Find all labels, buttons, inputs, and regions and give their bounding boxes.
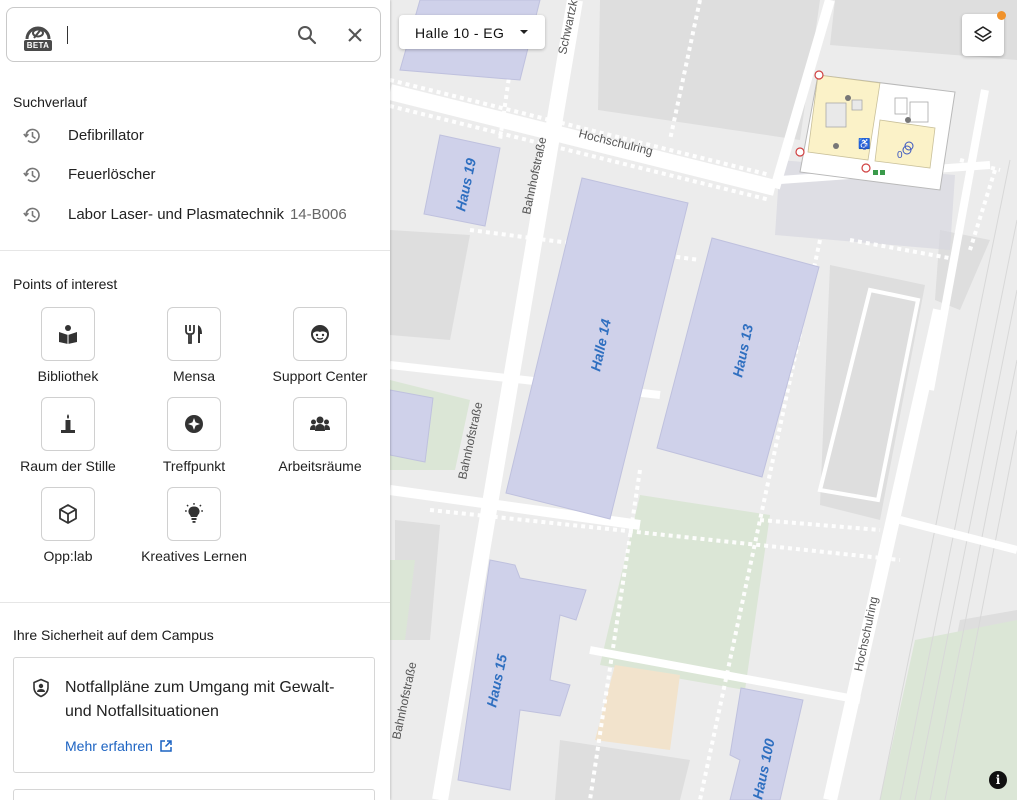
poi-label: Kreatives Lernen — [141, 548, 247, 564]
search-input[interactable] — [71, 21, 285, 51]
history-item[interactable]: Labor Laser- und Plasmatechnik 14-B006 — [0, 197, 390, 233]
poi-label: Arbeitsräume — [278, 458, 362, 474]
poi-treffpunkt[interactable]: Treffpunkt — [129, 397, 259, 481]
poi-tile — [167, 487, 221, 541]
layers-button[interactable] — [962, 14, 1004, 56]
search-bar: BETA — [6, 7, 381, 62]
history-item-label: Feuerlöscher — [68, 166, 156, 183]
beta-badge: BETA — [24, 40, 52, 51]
poi-tile — [41, 397, 95, 451]
poi-tile — [293, 397, 347, 451]
card-text: Notfallpläne zum Umgang mit Gewalt- und … — [65, 679, 335, 720]
caret-down-icon — [520, 30, 528, 34]
more-info-link[interactable]: Mehr erfahren — [65, 738, 173, 754]
support-face-icon — [311, 325, 329, 343]
poi-tile — [167, 307, 221, 361]
history-icon — [23, 167, 40, 183]
notification-dot — [997, 11, 1006, 20]
indoor-floorplan[interactable]: ♿ 0 0 — [795, 70, 956, 191]
logo-icon — [25, 26, 51, 40]
poi-tile — [41, 307, 95, 361]
svg-text:0: 0 — [862, 142, 867, 152]
poi-support-center[interactable]: Support Center — [255, 307, 385, 391]
poi-label: Treffpunkt — [162, 458, 226, 474]
history-item-label: Labor Laser- und Plasmatechnik 14-B006 — [68, 206, 347, 223]
side-panel: BETA Suchverlauf Defibrillator Feuerlösc… — [0, 0, 390, 800]
history-item[interactable]: Defibrillator — [0, 118, 390, 154]
divider — [0, 602, 390, 603]
external-link-icon — [160, 740, 172, 752]
poi-mensa[interactable]: Mensa — [129, 307, 259, 391]
history-icon — [23, 207, 40, 223]
history-icon — [23, 128, 40, 144]
divider — [0, 250, 390, 251]
group-workspace-icon — [310, 416, 330, 431]
poi-opplab[interactable]: Opp:lab — [3, 487, 133, 571]
poi-tile — [41, 487, 95, 541]
cube-icon — [59, 504, 77, 524]
next-card[interactable] — [13, 789, 375, 800]
history-item-label: Defibrillator — [68, 127, 144, 144]
fork-knife-icon — [185, 325, 202, 344]
poi-label: Opp:lab — [43, 548, 93, 564]
poi-raum-der-stille[interactable]: Raum der Stille — [3, 397, 133, 481]
poi-label: Support Center — [272, 368, 368, 384]
layers-icon — [974, 26, 992, 42]
poi-label: Mensa — [172, 368, 216, 384]
poi-tile — [293, 307, 347, 361]
close-icon — [348, 28, 362, 42]
poi-tile — [167, 397, 221, 451]
poi-label: Raum der Stille — [20, 458, 116, 474]
meeting-point-icon — [185, 415, 203, 433]
floor-selector[interactable]: Halle 10 - EG — [399, 15, 545, 49]
poi-bibliothek[interactable]: Bibliothek — [3, 307, 133, 391]
safety-title: Ihre Sicherheit auf dem Campus — [13, 627, 214, 643]
more-info-link-label: Mehr erfahren — [65, 738, 153, 754]
poi-title: Points of interest — [13, 276, 118, 292]
search-button[interactable] — [293, 21, 321, 49]
book-reader-icon — [59, 325, 77, 344]
emergency-plans-card[interactable]: Notfallpläne zum Umgang mit Gewalt- und … — [13, 657, 375, 773]
text-cursor — [67, 26, 68, 44]
history-item[interactable]: Feuerlöscher — [0, 157, 390, 193]
poi-label: Bibliothek — [37, 368, 99, 384]
info-icon[interactable]: i — [989, 771, 1007, 789]
clear-button[interactable] — [341, 21, 369, 49]
lightbulb-icon — [185, 503, 203, 523]
svg-text:0: 0 — [897, 150, 903, 161]
app-logo[interactable]: BETA — [21, 20, 55, 52]
search-icon — [298, 26, 317, 45]
candle-icon — [61, 414, 75, 433]
shield-person-icon — [33, 678, 49, 698]
poi-kreatives-lernen[interactable]: Kreatives Lernen — [129, 487, 259, 571]
poi-arbeitsraeume[interactable]: Arbeitsräume — [255, 397, 385, 481]
floor-selector-label: Halle 10 - EG — [415, 25, 505, 41]
history-title: Suchverlauf — [13, 94, 87, 110]
